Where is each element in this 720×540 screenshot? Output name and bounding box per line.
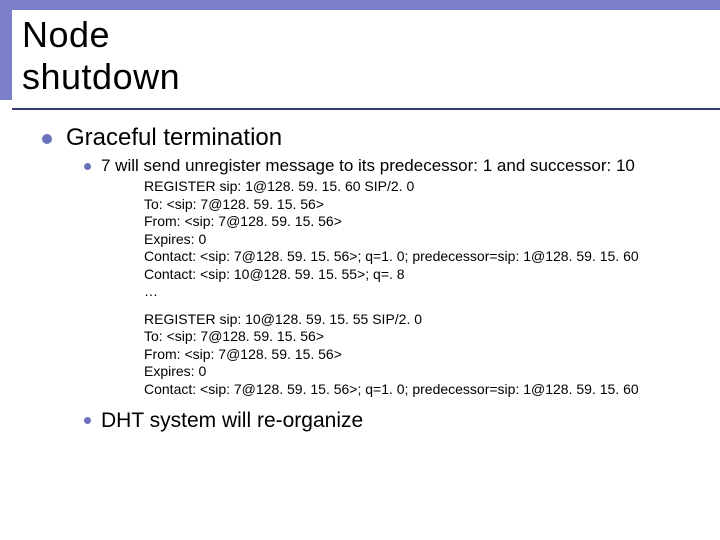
code-line: Contact: <sip: 7@128. 59. 15. 56>; q=1. … xyxy=(144,381,684,399)
bullet-text: DHT system will re-organize xyxy=(101,408,363,433)
code-line: To: <sip: 7@128. 59. 15. 56> xyxy=(144,328,684,346)
code-line: REGISTER sip: 1@128. 59. 15. 60 SIP/2. 0 xyxy=(144,178,684,196)
bullet-text: Graceful termination xyxy=(66,124,282,152)
code-line: REGISTER sip: 10@128. 59. 15. 55 SIP/2. … xyxy=(144,311,684,329)
content-area: Graceful termination 7 will send unregis… xyxy=(0,100,720,434)
code-line: Contact: <sip: 10@128. 59. 15. 55>; q=. … xyxy=(144,266,684,284)
bullet-level1: Graceful termination xyxy=(42,124,684,152)
bullet-level2: 7 will send unregister message to its pr… xyxy=(84,156,684,176)
sip-message-2: REGISTER sip: 10@128. 59. 15. 55 SIP/2. … xyxy=(144,311,684,399)
bullet-icon xyxy=(84,163,91,170)
slide: Node shutdown Graceful termination 7 wil… xyxy=(0,0,720,540)
slide-title: Node shutdown xyxy=(22,14,220,98)
bullet-level2: DHT system will re-organize xyxy=(84,408,684,433)
bullet-icon xyxy=(42,134,52,144)
code-line: Expires: 0 xyxy=(144,363,684,381)
code-line: From: <sip: 7@128. 59. 15. 56> xyxy=(144,346,684,364)
code-line: From: <sip: 7@128. 59. 15. 56> xyxy=(144,213,684,231)
header-band: Node shutdown xyxy=(0,0,720,100)
sip-message-1: REGISTER sip: 1@128. 59. 15. 60 SIP/2. 0… xyxy=(144,178,684,301)
code-line: Contact: <sip: 7@128. 59. 15. 56>; q=1. … xyxy=(144,248,684,266)
bullet-icon xyxy=(84,417,91,424)
bullet-text: 7 will send unregister message to its pr… xyxy=(101,156,635,176)
level2-wrap: 7 will send unregister message to its pr… xyxy=(84,156,684,434)
code-line: … xyxy=(144,283,684,301)
code-line: Expires: 0 xyxy=(144,231,684,249)
title-container: Node shutdown xyxy=(12,10,720,110)
code-line: To: <sip: 7@128. 59. 15. 56> xyxy=(144,196,684,214)
